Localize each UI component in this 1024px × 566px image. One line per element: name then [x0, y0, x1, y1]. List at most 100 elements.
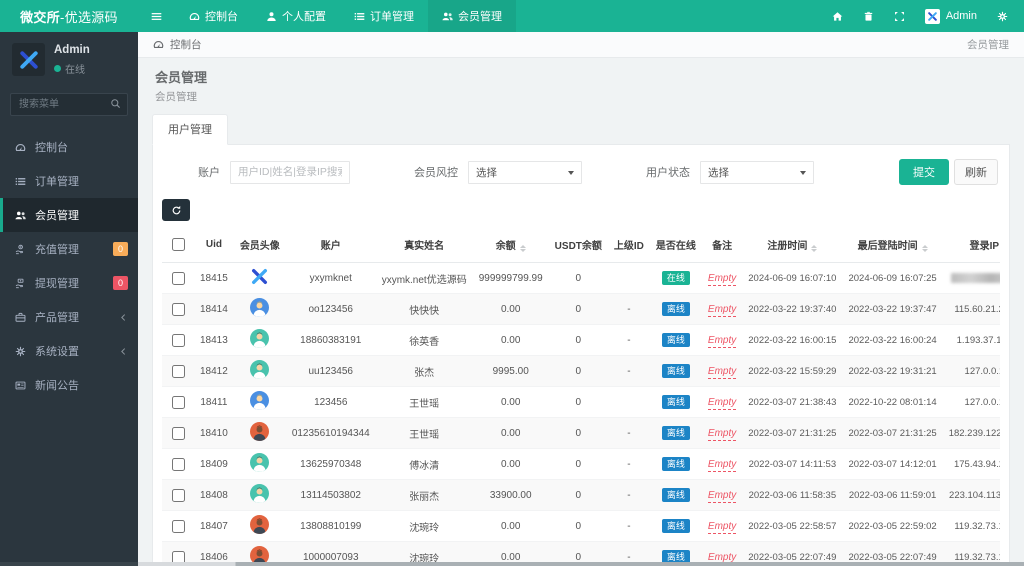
sidebar-item-list[interactable]: 订单管理 [0, 164, 138, 198]
window-bottom-edge [0, 562, 1024, 566]
user-avatar [924, 8, 940, 24]
column-header[interactable] [162, 227, 194, 263]
table-cell: 离线 [649, 355, 702, 387]
select-all-checkbox[interactable] [172, 238, 185, 251]
tab-user-management[interactable]: 用户管理 [152, 114, 228, 145]
account-label: 账户 [198, 167, 220, 179]
submit-button[interactable]: 提交 [899, 159, 949, 185]
sort-icon[interactable] [921, 244, 928, 253]
sidebar-item-label: 提现管理 [35, 278, 79, 290]
account-search-input[interactable] [230, 160, 350, 184]
note-editable-link[interactable]: Empty [707, 520, 737, 534]
column-header[interactable]: 注册时间 [742, 227, 843, 263]
row-checkbox[interactable] [172, 457, 185, 471]
uid-cell: 18414 [194, 293, 234, 325]
note-editable-link[interactable]: Empty [707, 427, 737, 441]
row-checkbox[interactable] [172, 519, 185, 533]
note-editable-link[interactable]: Empty [707, 489, 737, 503]
profile-block[interactable]: Admin 在线 [0, 32, 138, 85]
fullscreen-button[interactable] [884, 0, 915, 32]
last-login-time-cell: 2022-03-07 21:31:25 [842, 417, 943, 449]
row-checkbox[interactable] [172, 271, 185, 285]
sort-icon[interactable] [811, 244, 818, 253]
sidebar-item-withdraw[interactable]: 提现管理 0 [0, 266, 138, 300]
nav-item-list[interactable]: 订单管理 [340, 0, 428, 32]
column-header[interactable]: 最后登陆时间 [842, 227, 943, 263]
page-subtitle: 会员管理 [155, 91, 197, 103]
online-badge: 离线 [661, 488, 690, 502]
row-checkbox[interactable] [172, 488, 185, 502]
nav-item-user[interactable]: 个人配置 [252, 0, 340, 32]
sidebar-item-label: 充值管理 [35, 244, 79, 256]
clear-cache-button[interactable] [853, 0, 884, 32]
risk-select[interactable]: 选择 [468, 160, 582, 184]
table-cell [162, 293, 194, 325]
realname-cell: 张丽杰 [375, 479, 473, 511]
column-header-label: 注册时间 [767, 240, 808, 252]
sidebar-item-label: 产品管理 [35, 312, 79, 324]
row-checkbox[interactable] [172, 426, 185, 440]
nav-item-dashboard[interactable]: 控制台 [175, 0, 252, 32]
chevron-left-icon [119, 347, 128, 356]
column-header: 登录IP [942, 227, 1000, 263]
column-header-label: 真实姓名 [404, 241, 445, 252]
note-editable-link[interactable]: Empty [707, 303, 737, 317]
row-checkbox[interactable] [172, 364, 185, 378]
column-header[interactable]: 余额 [472, 227, 549, 263]
online-badge: 离线 [661, 457, 690, 471]
table-cell [233, 262, 286, 294]
status-select[interactable]: 选择 [700, 160, 814, 184]
home-button[interactable] [822, 0, 853, 32]
note-editable-link[interactable]: Empty [707, 458, 737, 472]
login-ip-cell: 182.239.122.174 [942, 417, 1000, 449]
breadcrumb-left[interactable]: 控制台 [170, 37, 202, 52]
list-icon [15, 176, 26, 187]
row-checkbox[interactable] [172, 395, 185, 409]
column-header: 会员头像 [233, 227, 286, 263]
table-cell: Empty [701, 541, 743, 562]
note-editable-link[interactable]: Empty [707, 272, 737, 286]
top-menu: 控制台 个人配置 订单管理 会员管理 [175, 0, 516, 32]
table-row: 18409 13625970348 傅冰清 0.00 0- 离线 Empty 2022-03-… [162, 448, 1000, 480]
note-editable-link[interactable]: Empty [707, 396, 737, 410]
search-icon[interactable] [110, 98, 121, 109]
sidebar-item-recharge[interactable]: 充值管理 0 [0, 232, 138, 266]
table-refresh-button[interactable] [162, 199, 190, 221]
sort-icon[interactable] [519, 244, 526, 253]
usdt-cell: 0 [548, 510, 608, 542]
member-avatar [250, 484, 270, 503]
table-cell: 离线 [649, 417, 702, 449]
sidebar-item-briefcase[interactable]: 产品管理 [0, 300, 138, 334]
sidebar-item-dashboard[interactable]: 控制台 [0, 130, 138, 164]
row-checkbox[interactable] [172, 302, 185, 316]
account-cell: 13625970348 [285, 448, 376, 480]
sidebar-toggle-button[interactable] [138, 0, 175, 32]
news-icon [15, 380, 26, 391]
refresh-button[interactable]: 刷新 [954, 159, 998, 185]
sidebar-item-gear[interactable]: 系统设置 [0, 334, 138, 368]
user-menu[interactable]: Admin [915, 0, 987, 32]
sidebar-menu: 控制台 订单管理 会员管理 充值管理 0 提现管理 0 产品管理系统设置 新闻公告 [0, 130, 138, 402]
row-checkbox[interactable] [172, 333, 185, 347]
uid-cell: 18415 [194, 262, 234, 294]
gear-icon [15, 346, 26, 357]
status-select-value: 选择 [708, 166, 729, 179]
note-editable-link[interactable]: Empty [707, 551, 737, 562]
column-header-label: 上级ID [613, 241, 644, 252]
member-avatar [250, 422, 270, 441]
column-header: 是否在线 [649, 227, 702, 263]
sidebar-item-news[interactable]: 新闻公告 [0, 368, 138, 402]
uid-cell: 18409 [194, 448, 234, 480]
sidebar-item-users[interactable]: 会员管理 [0, 198, 138, 232]
realname-cell: 徐英香 [375, 324, 473, 356]
settings-button[interactable] [987, 0, 1018, 32]
nav-item-users[interactable]: 会员管理 [428, 0, 516, 32]
balance-cell: 33900.00 [472, 479, 549, 511]
risk-select-value: 选择 [476, 166, 497, 179]
table-cell: Empty [701, 417, 743, 449]
main-content: 控制台 会员管理 会员管理 会员管理 用户管理 账户 会员风控 选择 用户状态 … [138, 32, 1024, 562]
note-editable-link[interactable]: Empty [707, 334, 737, 348]
note-editable-link[interactable]: Empty [707, 365, 737, 379]
online-badge: 离线 [661, 333, 690, 347]
row-checkbox[interactable] [172, 550, 185, 562]
